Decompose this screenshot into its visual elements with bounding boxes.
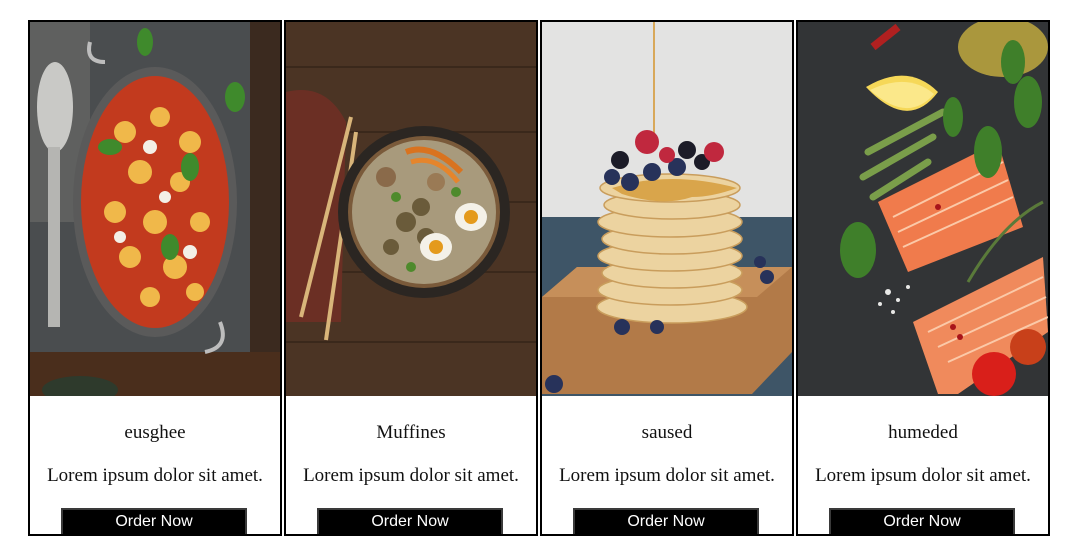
card-title: eusghee [124,422,186,443]
salmon-herbs-photo [798,22,1048,396]
pancake-stack-photo [542,22,792,396]
order-now-button[interactable]: Order Now [317,508,503,534]
menu-card-grid: eusghee Lorem ipsum dolor sit amet. Orde… [28,20,1050,536]
order-now-button[interactable]: Order Now [573,508,759,534]
order-now-button[interactable]: Order Now [61,508,247,534]
card-title: Muffines [376,422,446,443]
order-now-button[interactable]: Order Now [829,508,1015,534]
card-description: Lorem ipsum dolor sit amet. [815,465,1031,486]
card-description: Lorem ipsum dolor sit amet. [559,465,775,486]
card-description: Lorem ipsum dolor sit amet. [47,465,263,486]
menu-card: eusghee Lorem ipsum dolor sit amet. Orde… [28,20,282,536]
card-title: humeded [888,422,958,443]
card-description: Lorem ipsum dolor sit amet. [303,465,519,486]
menu-card: humeded Lorem ipsum dolor sit amet. Orde… [796,20,1050,536]
menu-card: saused Lorem ipsum dolor sit amet. Order… [540,20,794,536]
ramen-bowl-photo [286,22,536,396]
card-title: saused [641,422,693,443]
menu-card: Muffines Lorem ipsum dolor sit amet. Ord… [284,20,538,536]
baked-gnocchi-pan-photo [30,22,280,396]
